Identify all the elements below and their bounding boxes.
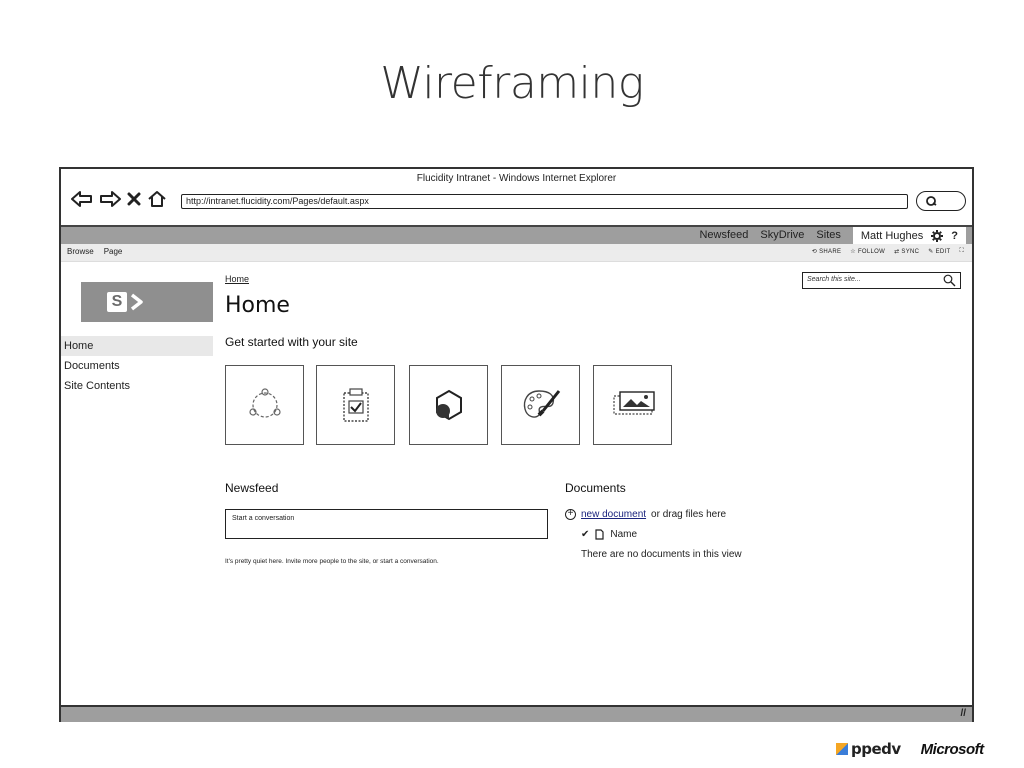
conversation-input[interactable]: Start a conversation — [225, 509, 548, 539]
stop-icon[interactable] — [127, 191, 141, 207]
sharepoint-logo-icon: S — [107, 292, 127, 312]
search-icon[interactable] — [943, 274, 956, 287]
follow-action[interactable]: ☆ FOLLOW — [850, 248, 885, 256]
footer-logos: ppedv Microsoft — [836, 740, 984, 758]
nav-item-site-contents[interactable]: Site Contents — [61, 376, 213, 396]
suite-link-newsfeed[interactable]: Newsfeed — [693, 227, 754, 244]
suite-link-skydrive[interactable]: SkyDrive — [754, 227, 810, 244]
status-bar: // — [61, 705, 972, 722]
drag-files-text: or drag files here — [651, 509, 727, 520]
focus-icon: ⛶ — [959, 248, 964, 254]
newsfeed-heading: Newsfeed — [225, 481, 279, 495]
tile-task-list[interactable] — [316, 365, 395, 445]
new-document-link[interactable]: new document — [581, 509, 646, 520]
star-icon: ☆ — [850, 249, 856, 255]
suite-link-sites[interactable]: Sites — [810, 227, 846, 244]
ppedv-logo: ppedv — [836, 740, 901, 758]
user-name: Matt Hughes — [860, 229, 924, 242]
share-site-icon — [248, 388, 281, 418]
search-icon — [926, 196, 937, 206]
home-icon[interactable] — [147, 190, 167, 208]
tile-theme[interactable] — [501, 365, 580, 445]
quiet-message: It's pretty quiet here. Invite more peop… — [225, 558, 439, 565]
share-icon: ⟲ — [811, 249, 818, 255]
new-document-row: + new document or drag files here — [565, 509, 726, 520]
document-icon — [595, 529, 604, 540]
sharepoint-arrow-icon — [130, 293, 143, 311]
slide-title: Wireframing — [380, 58, 644, 109]
ppedv-mark-icon — [836, 743, 848, 755]
resize-grip-icon[interactable]: // — [960, 708, 966, 719]
address-bar[interactable]: http://intranet.flucidity.com/Pages/defa… — [181, 194, 908, 209]
microsoft-logo: Microsoft — [920, 740, 985, 758]
column-name[interactable]: Name — [610, 529, 637, 540]
forward-icon[interactable] — [99, 190, 121, 208]
browser-nav — [71, 188, 167, 210]
tile-image[interactable] — [593, 365, 672, 445]
documents-heading: Documents — [565, 481, 626, 495]
page-title: Home — [225, 293, 290, 318]
add-circle-icon[interactable]: + — [565, 509, 576, 520]
browser-window: Flucidity Intranet - Windows Internet Ex… — [59, 167, 974, 722]
back-icon[interactable] — [71, 190, 93, 208]
tile-apps[interactable] — [409, 365, 488, 445]
focus-action[interactable]: ⛶ — [959, 248, 964, 255]
user-menu[interactable]: Matt Hughes ? — [852, 227, 966, 244]
share-action[interactable]: ⟲ SHARE — [811, 248, 842, 256]
gear-icon[interactable] — [931, 229, 944, 242]
window-title: Flucidity Intranet - Windows Internet Ex… — [416, 173, 617, 184]
edit-action[interactable]: ✎ EDIT — [928, 248, 950, 256]
nav-item-home[interactable]: Home — [61, 336, 213, 356]
theme-palette-icon — [523, 390, 560, 418]
task-list-icon — [342, 388, 369, 422]
nav-item-documents[interactable]: Documents — [61, 356, 213, 376]
documents-empty-message: There are no documents in this view — [581, 549, 742, 560]
ribbon-tab-page[interactable]: Page — [104, 247, 123, 256]
breadcrumb[interactable]: Home — [225, 274, 249, 284]
site-search-input[interactable]: Search this site... — [802, 272, 961, 289]
sync-icon: ⇄ — [894, 249, 900, 255]
apps-icon — [435, 389, 462, 421]
sync-action[interactable]: ⇄ SYNC — [894, 248, 919, 256]
site-logo[interactable]: S — [81, 282, 213, 322]
browser-titlebar: Flucidity Intranet - Windows Internet Ex… — [61, 169, 972, 227]
browser-search-button[interactable] — [916, 191, 966, 211]
documents-column-header: ✔ Name — [581, 529, 637, 540]
left-nav: Home Documents Site Contents — [61, 336, 213, 396]
tile-share-site[interactable] — [225, 365, 304, 445]
suite-bar: Newsfeed SkyDrive Sites Matt Hughes ? — [61, 227, 972, 244]
image-icon — [612, 391, 655, 415]
pencil-icon: ✎ — [928, 249, 934, 255]
help-icon[interactable]: ? — [951, 230, 958, 242]
checkmark-icon[interactable]: ✔ — [581, 529, 589, 540]
get-started-heading: Get started with your site — [225, 335, 358, 349]
ribbon-bar: Browse Page ⟲ SHARE ☆ FOLLOW ⇄ SYNC ✎ EDIT ⛶ — [61, 244, 972, 262]
ribbon-tab-browse[interactable]: Browse — [67, 247, 94, 256]
